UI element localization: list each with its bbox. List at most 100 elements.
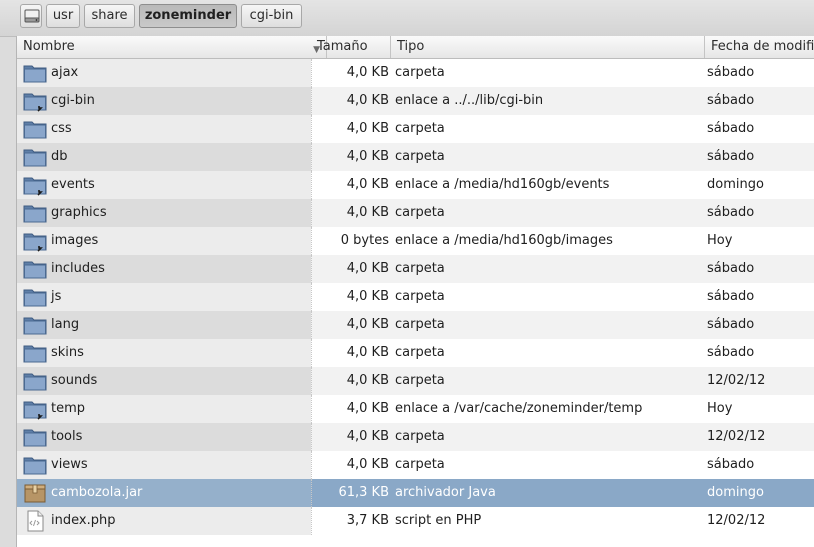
file-name-cell: db (17, 143, 311, 171)
file-type: carpeta (395, 289, 445, 304)
file-name-cell: tools (17, 423, 311, 451)
file-size: 0 bytes (311, 227, 391, 255)
file-name-cell: ajax (17, 59, 311, 87)
file-row[interactable]: skins 4,0 KB carpeta sábado (17, 339, 814, 367)
folder-icon (23, 118, 47, 140)
column-name[interactable]: Nombre ▼ (17, 36, 327, 58)
file-type: script en PHP (395, 513, 482, 528)
path-button-cgi-bin[interactable]: cgi-bin (241, 4, 302, 28)
file-type: archivador Java (395, 485, 496, 500)
file-type: carpeta (395, 65, 445, 80)
column-size[interactable]: Tamaño (311, 36, 391, 58)
file-list[interactable]: Nombre ▼ Tamaño Tipo Fecha de modificaci… (16, 36, 814, 547)
file-size: 4,0 KB (311, 171, 391, 199)
file-date: 12/02/12 (707, 429, 766, 444)
file-name-cell: events (17, 171, 311, 199)
folder-icon (23, 62, 47, 84)
file-name: js (51, 289, 62, 304)
file-date: sábado (707, 345, 755, 360)
file-row[interactable]: js 4,0 KB carpeta sábado (17, 283, 814, 311)
path-button-zoneminder[interactable]: zoneminder (139, 4, 237, 28)
file-name: images (51, 233, 99, 248)
file-size: 4,0 KB (311, 339, 391, 367)
file-name-cell: temp (17, 395, 311, 423)
file-type: carpeta (395, 149, 445, 164)
drive-button[interactable] (20, 4, 42, 28)
file-date: domingo (707, 485, 764, 500)
file-row[interactable]: sounds 4,0 KB carpeta 12/02/12 (17, 367, 814, 395)
drive-icon (24, 9, 40, 23)
folder-icon (23, 286, 47, 308)
file-row[interactable]: db 4,0 KB carpeta sábado (17, 143, 814, 171)
file-date: Hoy (707, 401, 733, 416)
file-name: db (51, 149, 68, 164)
file-type: carpeta (395, 345, 445, 360)
file-name-cell: lang (17, 311, 311, 339)
file-row[interactable]: tools 4,0 KB carpeta 12/02/12 (17, 423, 814, 451)
file-row[interactable]: cambozola.jar 61,3 KB archivador Java domin… (17, 479, 814, 507)
file-row[interactable]: index.php 3,7 KB script en PHP 12/02/12 (17, 507, 814, 535)
file-name-cell: cgi-bin (17, 87, 311, 115)
folder-link-icon (23, 398, 47, 420)
file-size: 4,0 KB (311, 87, 391, 115)
file-row[interactable]: includes 4,0 KB carpeta sábado (17, 255, 814, 283)
file-date: domingo (707, 177, 764, 192)
file-name-cell: css (17, 115, 311, 143)
file-row[interactable]: cgi-bin 4,0 KB enlace a ../../lib/cgi-bin s… (17, 87, 814, 115)
file-name-cell: js (17, 283, 311, 311)
folder-icon (23, 258, 47, 280)
file-name: temp (51, 401, 86, 416)
file-name: css (51, 121, 72, 136)
column-date[interactable]: Fecha de modificación (705, 36, 814, 58)
column-type[interactable]: Tipo (391, 36, 705, 58)
file-name: graphics (51, 205, 107, 220)
file-row[interactable]: views 4,0 KB carpeta sábado (17, 451, 814, 479)
folder-link-icon (23, 90, 47, 112)
php-file-icon (23, 510, 47, 532)
path-button-usr[interactable]: usr (46, 4, 80, 28)
file-name: sounds (51, 373, 98, 388)
file-size: 4,0 KB (311, 451, 391, 479)
file-name: tools (51, 429, 83, 444)
file-date: sábado (707, 317, 755, 332)
column-size-label: Tamaño (317, 39, 368, 54)
file-size: 4,0 KB (311, 367, 391, 395)
file-date: sábado (707, 457, 755, 472)
file-size: 4,0 KB (311, 143, 391, 171)
file-row[interactable]: ajax 4,0 KB carpeta sábado (17, 59, 814, 87)
file-type: carpeta (395, 317, 445, 332)
file-name: cgi-bin (51, 93, 95, 108)
file-row[interactable]: css 4,0 KB carpeta sábado (17, 115, 814, 143)
file-name-cell: sounds (17, 367, 311, 395)
folder-icon (23, 454, 47, 476)
column-header: Nombre ▼ Tamaño Tipo Fecha de modificaci… (17, 36, 814, 59)
file-type: carpeta (395, 205, 445, 220)
file-name: cambozola.jar (51, 485, 143, 500)
file-row[interactable]: graphics 4,0 KB carpeta sábado (17, 199, 814, 227)
file-name-cell: skins (17, 339, 311, 367)
archive-icon (23, 482, 47, 504)
column-date-label: Fecha de modificación (711, 39, 814, 54)
file-row[interactable]: temp 4,0 KB enlace a /var/cache/zoneminder… (17, 395, 814, 423)
file-name: skins (51, 345, 84, 360)
folder-icon (23, 370, 47, 392)
file-name-cell: views (17, 451, 311, 479)
folder-icon (23, 314, 47, 336)
file-row[interactable]: events 4,0 KB enlace a /media/hd160gb/even… (17, 171, 814, 199)
file-name-cell: index.php (17, 507, 311, 535)
file-name-cell: images (17, 227, 311, 255)
folder-icon (23, 146, 47, 168)
file-type: enlace a /media/hd160gb/images (395, 233, 613, 248)
path-button-share[interactable]: share (84, 4, 135, 28)
file-date: 12/02/12 (707, 373, 766, 388)
file-name: views (51, 457, 88, 472)
file-row[interactable]: images 0 bytes enlace a /media/hd160gb/ima… (17, 227, 814, 255)
file-name-cell: cambozola.jar (17, 479, 311, 507)
file-size: 4,0 KB (311, 59, 391, 87)
file-name: events (51, 177, 95, 192)
file-type: enlace a ../../lib/cgi-bin (395, 93, 544, 108)
file-size: 4,0 KB (311, 423, 391, 451)
file-row[interactable]: lang 4,0 KB carpeta sábado (17, 311, 814, 339)
file-date: sábado (707, 289, 755, 304)
column-type-label: Tipo (397, 39, 425, 54)
